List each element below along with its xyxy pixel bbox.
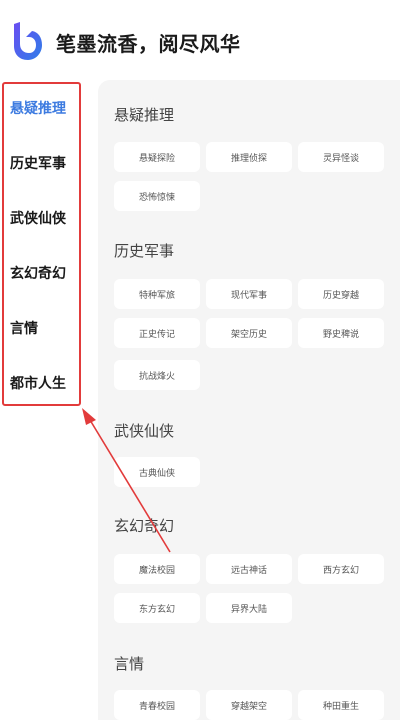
- category-sidebar: 悬疑推理 历史军事 武侠仙侠 玄幻奇幻 言情 都市人生: [0, 80, 98, 720]
- tag-button[interactable]: 古典仙侠: [114, 457, 200, 487]
- sidebar-item-wuxia-xianxia[interactable]: 武侠仙侠: [10, 208, 66, 232]
- section-title-romance: 言情: [114, 655, 145, 673]
- tag-button[interactable]: 种田重生: [298, 690, 384, 720]
- tag-button[interactable]: 异界大陆: [206, 593, 292, 623]
- tag-button[interactable]: 悬疑探险: [114, 142, 200, 172]
- sidebar-item-fantasy[interactable]: 玄幻奇幻: [10, 263, 66, 287]
- tag-button[interactable]: 正史传记: [114, 318, 200, 348]
- tag-button[interactable]: 青春校园: [114, 690, 200, 720]
- book-b-logo-icon: [14, 22, 42, 60]
- tag-button[interactable]: 东方玄幻: [114, 593, 200, 623]
- section-title-history-military: 历史军事: [114, 242, 175, 260]
- app-title: 笔墨流香，阅尽风华: [56, 32, 241, 56]
- tag-button[interactable]: 恐怖惊悚: [114, 181, 200, 211]
- tag-button[interactable]: 现代军事: [206, 279, 292, 309]
- section-title-wuxia-xianxia: 武侠仙侠: [114, 422, 175, 440]
- sidebar-item-urban-life[interactable]: 都市人生: [10, 373, 66, 397]
- section-title-fantasy: 玄幻奇幻: [114, 517, 175, 535]
- section-title-mystery: 悬疑推理: [114, 106, 175, 124]
- tag-button[interactable]: 魔法校园: [114, 554, 200, 584]
- tag-button[interactable]: 穿越架空: [206, 690, 292, 720]
- tag-button[interactable]: 西方玄幻: [298, 554, 384, 584]
- tag-button[interactable]: 架空历史: [206, 318, 292, 348]
- sidebar-item-mystery[interactable]: 悬疑推理: [10, 98, 66, 122]
- sidebar-item-romance[interactable]: 言情: [10, 318, 38, 342]
- tag-button[interactable]: 抗战烽火: [114, 360, 200, 390]
- sidebar-item-history-military[interactable]: 历史军事: [10, 153, 66, 177]
- tag-button[interactable]: 特种军旅: [114, 279, 200, 309]
- tag-button[interactable]: 推理侦探: [206, 142, 292, 172]
- category-content: 悬疑推理 悬疑探险 推理侦探 灵异怪谈 恐怖惊悚 历史军事 特种军旅 现代军事 …: [98, 80, 400, 720]
- tag-button[interactable]: 历史穿越: [298, 279, 384, 309]
- tag-button[interactable]: 野史稗说: [298, 318, 384, 348]
- tag-button[interactable]: 远古神话: [206, 554, 292, 584]
- tag-button[interactable]: 灵异怪谈: [298, 142, 384, 172]
- app-header: 笔墨流香，阅尽风华: [0, 0, 400, 80]
